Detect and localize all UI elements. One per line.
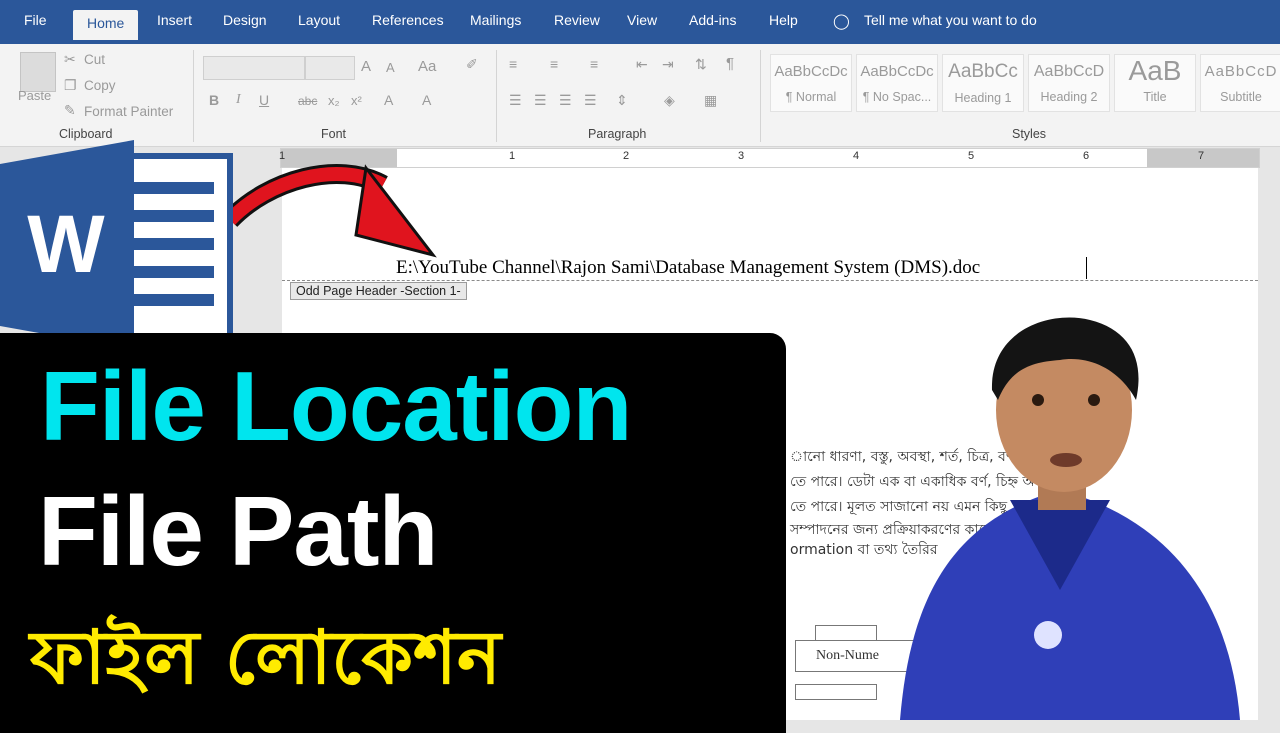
divider [760, 50, 761, 142]
tab-home[interactable]: Home [73, 10, 139, 40]
numbering-icon[interactable]: ≡ [550, 56, 558, 72]
cut-button[interactable]: Cut [84, 52, 105, 67]
style-heading-2[interactable]: AaBbCcD Heading 2 [1028, 54, 1110, 112]
format-painter-button[interactable]: Format Painter [84, 104, 173, 119]
ribbon-tab-bar: File Home Insert Design Layout Reference… [0, 0, 1280, 44]
tab-design[interactable]: Design [223, 12, 267, 28]
copy-icon: ❐ [64, 77, 77, 93]
header-file-path[interactable]: E:\YouTube Channel\Rajon Sami\Database M… [396, 257, 980, 279]
shrink-font-button[interactable]: A [386, 60, 395, 75]
ruler-number: 4 [853, 150, 860, 162]
increase-indent-icon[interactable]: ⇥ [662, 56, 674, 73]
show-marks-button[interactable]: ¶ [726, 55, 734, 72]
style-no-spacing[interactable]: AaBbCcDc ¶ No Spac... [856, 54, 938, 112]
paragraph-group-label: Paragraph [588, 127, 647, 141]
grow-font-button[interactable]: A [361, 58, 371, 75]
tell-me-search[interactable]: Tell me what you want to do [864, 12, 1037, 28]
style-name: ¶ No Spac... [862, 90, 932, 104]
presenter-photo [900, 317, 1240, 720]
decrease-indent-icon[interactable]: ⇤ [636, 56, 648, 73]
italic-button[interactable]: I [236, 92, 241, 108]
tab-mailings[interactable]: Mailings [470, 12, 521, 28]
line-spacing-icon[interactable]: ⇕ [616, 92, 628, 109]
style-name: Heading 2 [1040, 90, 1098, 104]
red-arrow-icon [228, 164, 437, 258]
text-cursor [1086, 257, 1087, 279]
header-section-tag: Odd Page Header -Section 1- [290, 282, 467, 300]
title-file-location: File Location [40, 351, 632, 461]
style-title[interactable]: AaB Title [1114, 54, 1196, 112]
align-left-icon[interactable]: ☰ [509, 92, 522, 109]
style-name: Title [1143, 90, 1167, 104]
ruler-number: 2 [623, 150, 630, 162]
shading-icon[interactable]: ◈ [664, 92, 675, 109]
lightbulb-icon: ◯ [833, 13, 850, 30]
ruler-number: 1 [509, 150, 516, 162]
copy-button[interactable]: Copy [84, 78, 116, 93]
tab-insert[interactable]: Insert [157, 12, 192, 28]
underline-button[interactable]: U [259, 92, 269, 108]
sort-icon[interactable]: ⇅ [695, 56, 707, 73]
font-color-icon[interactable]: A [422, 92, 431, 108]
tab-layout[interactable]: Layout [298, 12, 340, 28]
format-painter-icon: ✎ [64, 102, 76, 118]
clear-formatting-icon[interactable]: ✐ [466, 56, 478, 73]
style-name: ¶ Normal [785, 90, 837, 104]
title-bengali: ফাইল লোকেশন [30, 615, 502, 701]
style-name: Subtitle [1220, 90, 1262, 104]
font-name-dropdown[interactable] [203, 56, 305, 80]
style-subtitle[interactable]: AaBbCcD Subtitle [1200, 54, 1280, 112]
word-logo-icon: W [0, 140, 233, 350]
tab-review[interactable]: Review [554, 12, 600, 28]
ruler-number: 7 [1198, 150, 1205, 162]
tab-file[interactable]: File [24, 12, 47, 28]
ruler-number: 5 [968, 150, 975, 162]
strikethrough-button[interactable]: abc [298, 94, 317, 108]
justify-icon[interactable]: ☰ [584, 92, 597, 109]
style-normal[interactable]: AaBbCcDc ¶ Normal [770, 54, 852, 112]
style-preview: AaBbCcDc [860, 63, 934, 80]
scissors-icon: ✂ [64, 51, 76, 67]
bold-button[interactable]: B [209, 92, 219, 108]
tab-help[interactable]: Help [769, 12, 798, 28]
style-preview: AaBbCcD [1033, 63, 1105, 80]
style-preview: AaBbCcDc [774, 63, 848, 80]
multilevel-list-icon[interactable]: ≡ [590, 56, 598, 72]
paste-icon[interactable] [20, 52, 56, 92]
align-right-icon[interactable]: ☰ [559, 92, 572, 109]
ruler-number: 6 [1083, 150, 1090, 162]
paste-button[interactable]: Paste [18, 88, 51, 103]
style-preview: AaBbCc [948, 61, 1018, 82]
borders-icon[interactable]: ▦ [704, 92, 717, 109]
change-case-button[interactable]: Aa [418, 58, 436, 75]
header-divider [282, 280, 1258, 281]
align-center-icon[interactable]: ☰ [534, 92, 547, 109]
style-preview: AaBbCcD [1204, 63, 1278, 80]
divider [193, 50, 194, 142]
svg-text:W: W [27, 199, 105, 290]
title-file-path: File Path [38, 476, 438, 586]
divider [496, 50, 497, 142]
style-heading-1[interactable]: AaBbCc Heading 1 [942, 54, 1024, 112]
tab-addins[interactable]: Add-ins [689, 12, 736, 28]
subscript-icon[interactable]: x₂ [328, 93, 340, 108]
ruler-number: 3 [738, 150, 745, 162]
style-name: Heading 1 [954, 91, 1012, 105]
text-effects-icon[interactable]: A [384, 92, 393, 108]
tab-references[interactable]: References [372, 12, 444, 28]
tab-view[interactable]: View [627, 12, 657, 28]
font-group-label: Font [321, 127, 347, 141]
font-size-dropdown[interactable] [305, 56, 355, 80]
clipboard-group-label: Clipboard [59, 127, 113, 141]
superscript-icon[interactable]: x² [351, 93, 362, 108]
style-preview: AaB [1128, 55, 1182, 86]
styles-group-label: Styles [1012, 127, 1047, 141]
bullets-icon[interactable]: ≡ [509, 56, 517, 72]
ribbon-home: Paste ✂ Cut ❐ Copy ✎ Format Painter Clip… [0, 44, 1280, 147]
